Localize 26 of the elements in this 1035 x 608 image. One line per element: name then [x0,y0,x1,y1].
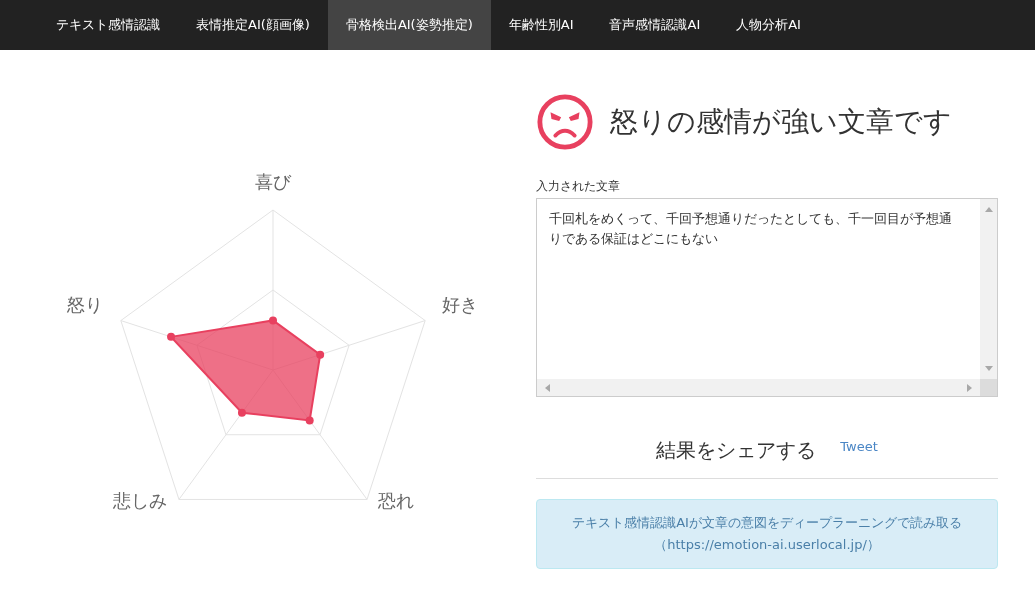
angry-face-icon [536,93,594,151]
axis-label: 悲しみ [113,490,167,511]
input-label: 入力された文章 [536,178,621,195]
scroll-left-icon[interactable] [544,383,550,392]
scrollbar-corner [980,379,997,396]
tweet-link[interactable]: Tweet [840,439,878,454]
info-text: テキスト感情認識AIが文章の意図をディープラーニングで読み取る [572,514,962,532]
axis-label: 喜び [255,171,291,192]
axis-label: 恐れ [378,490,414,511]
nav-tab[interactable]: テキスト感情認識 [38,0,178,50]
scroll-up-icon[interactable] [984,206,993,212]
text-area[interactable]: 千回札をめくって、千回予想通りだったとしても、千一回目が予想通りである保証はどこにもない [536,198,998,397]
axis-label: 好き [442,294,478,315]
scroll-right-icon[interactable] [967,383,973,392]
nav-tab[interactable]: 年齢性別AI [490,0,592,50]
nav-tab[interactable]: 骨格検出AI(姿勢推定) [327,0,491,50]
share-heading: 結果をシェアする [656,437,817,464]
nav-tab[interactable]: 音声感情認識AI [591,0,719,50]
nav-tab[interactable]: 人物分析AI [718,0,819,50]
nav-tab[interactable]: 表情推定AI(顔画像) [178,0,328,50]
scroll-down-icon[interactable] [984,366,993,372]
result-heading: 怒りの感情が強い文章です [610,104,952,140]
info-text: （https://emotion-ai.userlocal.jp/） [654,536,880,554]
vertical-scrollbar[interactable] [980,199,997,379]
horizontal-scrollbar[interactable] [537,379,980,396]
axis-label: 怒り [67,294,103,315]
